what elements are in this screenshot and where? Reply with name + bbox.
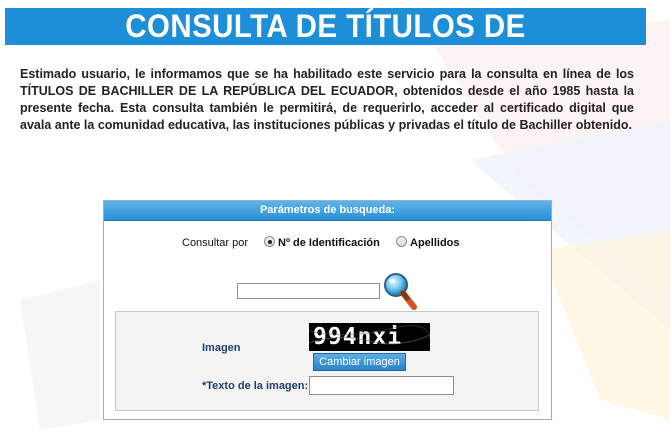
radio-identification-label[interactable]: Nº de Identificación bbox=[278, 237, 380, 249]
captcha-text: 994nxi bbox=[313, 324, 403, 350]
identification-search-input[interactable] bbox=[237, 283, 380, 299]
radio-apellidos-label[interactable]: Apellidos bbox=[410, 237, 460, 249]
panel-header: Parámetros de busqueda: bbox=[104, 201, 551, 221]
captcha-text-input[interactable] bbox=[309, 376, 454, 395]
captcha-box: Imagen 994nxi Cambiar imagen *Texto de l… bbox=[115, 311, 539, 411]
intro-paragraph: Estimado usuario, le informamos que se h… bbox=[20, 67, 634, 132]
change-image-button[interactable]: Cambiar imagen bbox=[313, 353, 406, 371]
search-panel: Parámetros de busqueda: Consultar por Nº… bbox=[103, 200, 552, 420]
consult-by-label: Consultar por bbox=[182, 237, 249, 249]
magnifier-icon[interactable] bbox=[382, 271, 418, 311]
page-title: CONSULTA DE TÍTULOS DE BACHILLERES bbox=[5, 8, 646, 81]
radio-apellidos[interactable] bbox=[396, 236, 407, 247]
captcha-field-label: *Texto de la imagen: bbox=[202, 380, 309, 392]
captcha-image: 994nxi bbox=[309, 323, 430, 351]
radio-identification[interactable] bbox=[264, 236, 275, 247]
imagen-label: Imagen bbox=[202, 342, 241, 354]
